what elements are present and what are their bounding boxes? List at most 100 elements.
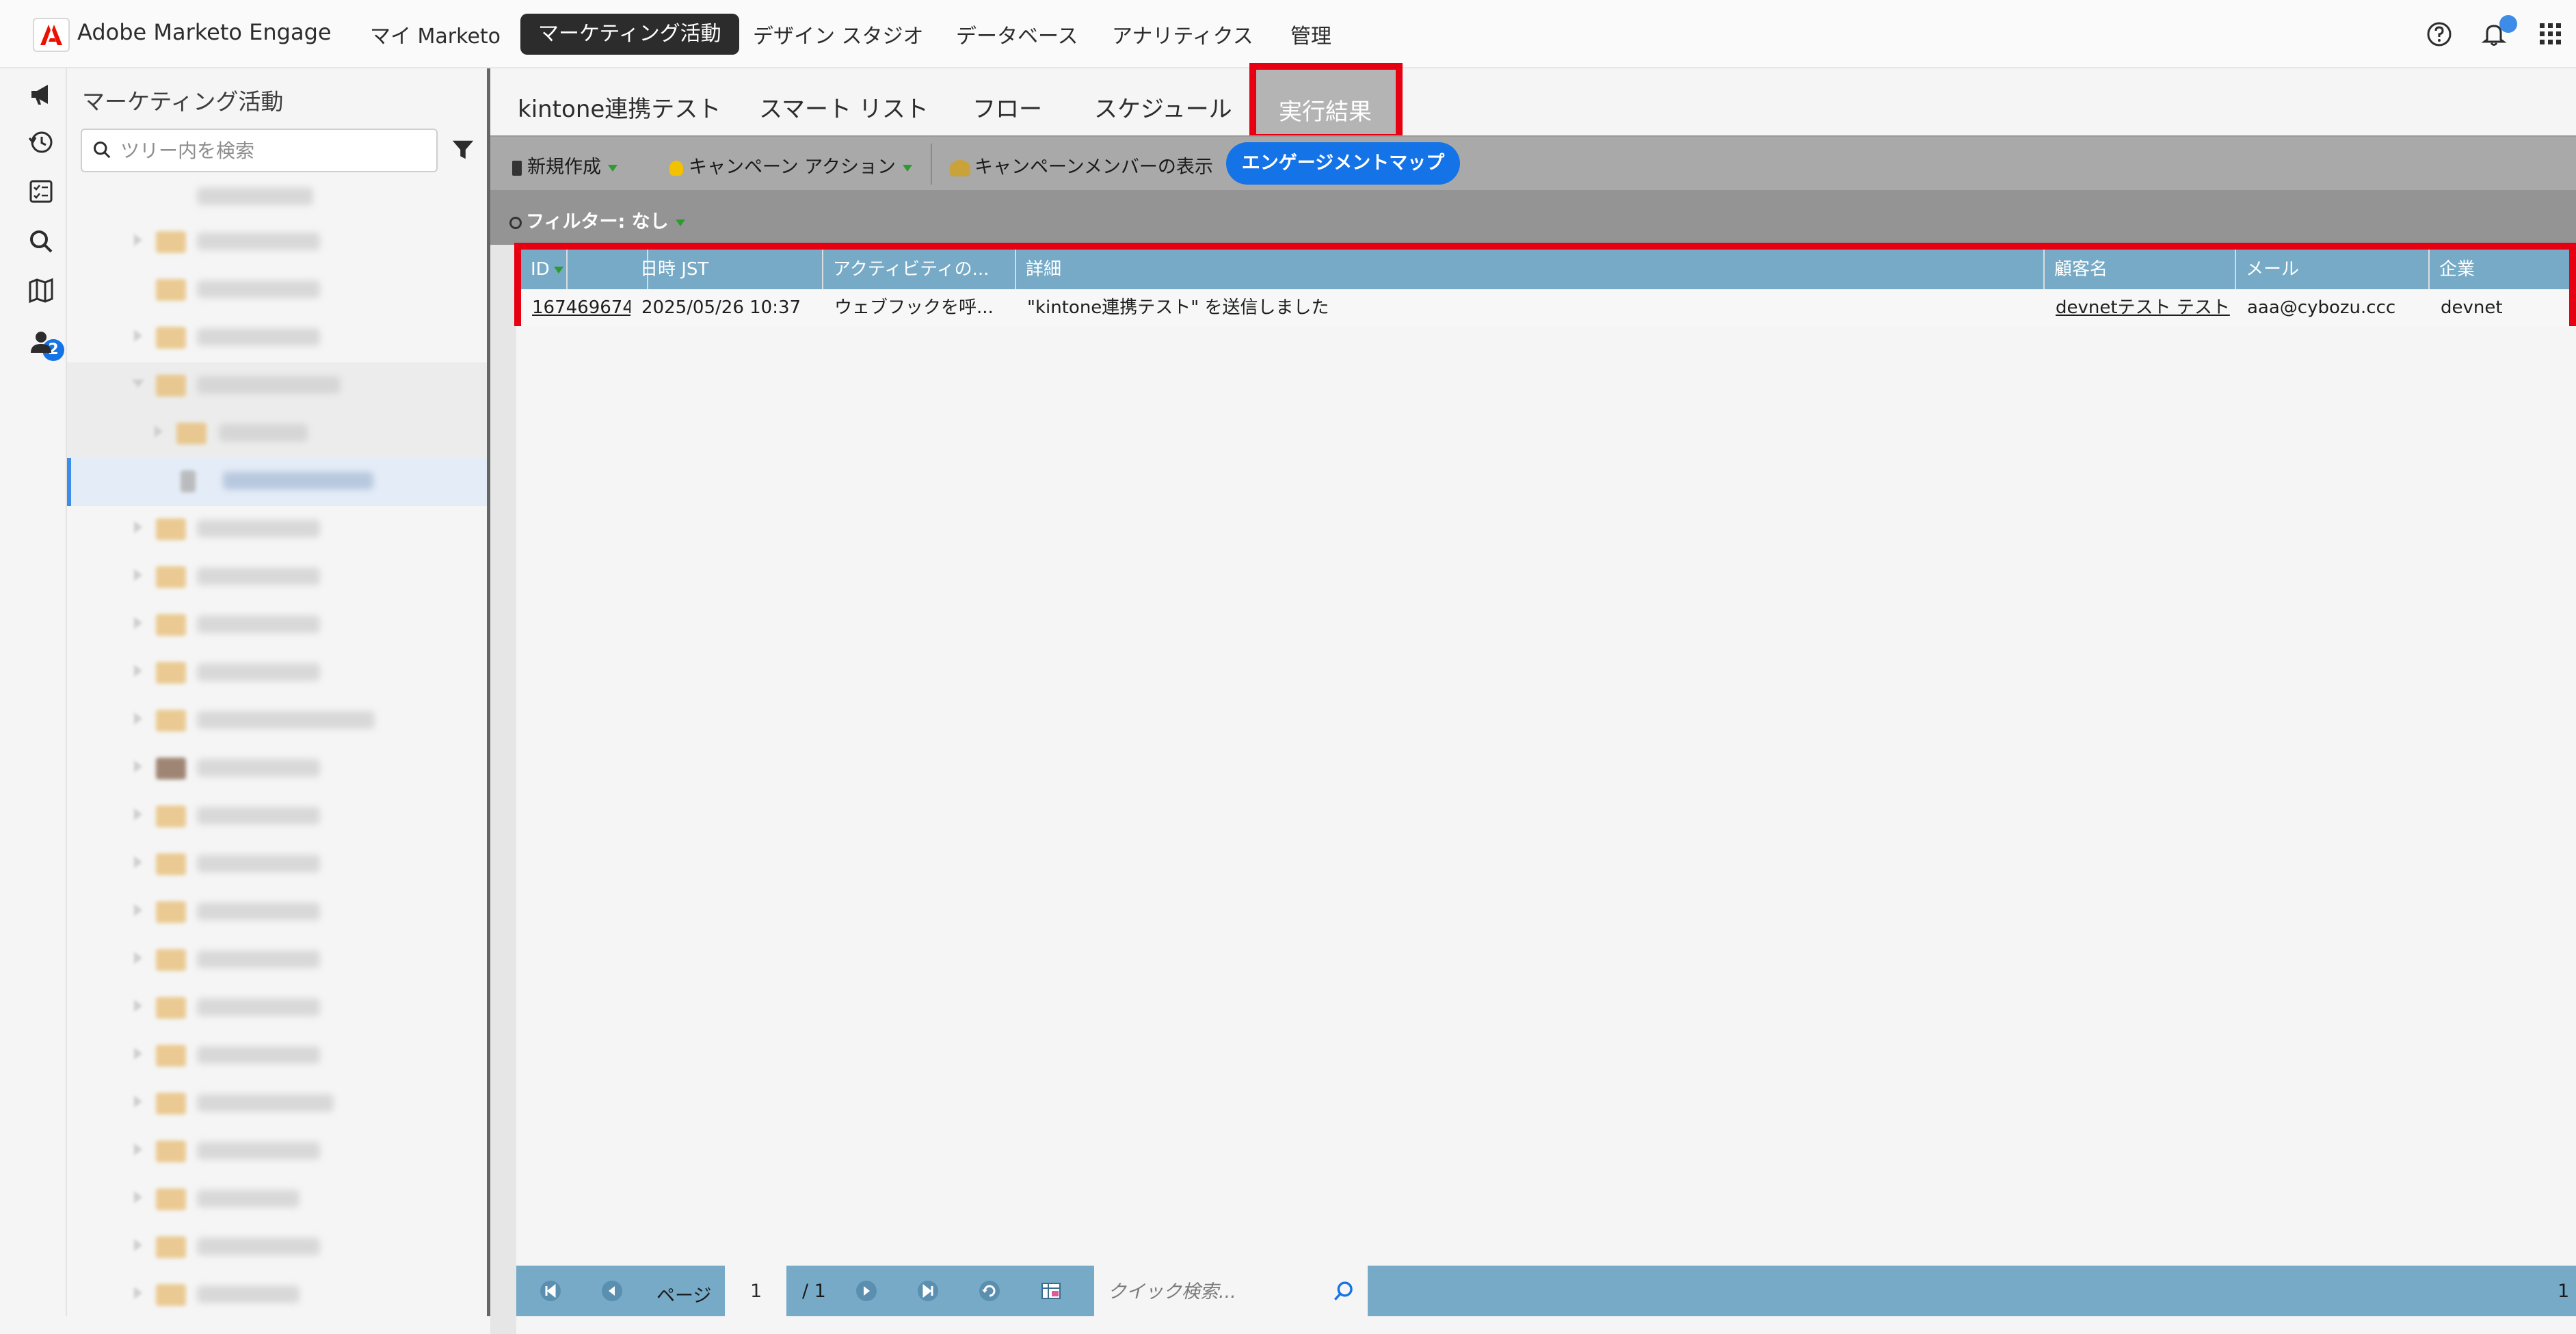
new-button[interactable]: 新規作成 bbox=[512, 152, 618, 178]
megaphone-icon[interactable] bbox=[27, 81, 55, 108]
new-icon bbox=[512, 160, 522, 176]
prev-page-icon[interactable] bbox=[600, 1279, 624, 1303]
tree-item[interactable] bbox=[67, 315, 487, 362]
results-grid-area bbox=[516, 245, 2576, 1334]
filter-label: フィルター: なし bbox=[526, 211, 669, 232]
brand-name: Adobe Marketo Engage bbox=[77, 19, 332, 45]
tree-item[interactable] bbox=[67, 185, 487, 212]
tree-item[interactable] bbox=[67, 506, 487, 554]
nav-admin[interactable]: 管理 bbox=[1290, 19, 1331, 49]
tree-item[interactable] bbox=[67, 1128, 487, 1176]
cell-datetime: 2025/05/26 10:37 bbox=[641, 297, 801, 318]
tree-item[interactable] bbox=[67, 362, 487, 410]
filter-dropdown[interactable]: フィルター: なし bbox=[509, 206, 685, 233]
campaign-action-button[interactable]: キャンペーン アクション bbox=[669, 152, 912, 178]
search-icon bbox=[94, 142, 111, 159]
total-pages: / 1 bbox=[802, 1281, 826, 1302]
col-header-id-label: ID bbox=[531, 259, 550, 280]
nav-database[interactable]: データベース bbox=[956, 19, 1078, 49]
col-header-detail[interactable]: 詳細 bbox=[1016, 250, 2045, 289]
tab-campaign-name[interactable]: kintone連携テスト bbox=[518, 90, 721, 124]
column-settings-icon[interactable] bbox=[1039, 1279, 1063, 1303]
tab-results-label: 実行結果 bbox=[1279, 98, 1372, 126]
tree-item[interactable] bbox=[67, 745, 487, 793]
icon-rail: 2 bbox=[0, 68, 67, 1316]
tab-smart-list[interactable]: スマート リスト bbox=[759, 90, 929, 124]
first-page-icon[interactable] bbox=[539, 1279, 562, 1303]
tree-item[interactable] bbox=[67, 937, 487, 985]
results-table: ID 日時 JST アクティビティの... 詳細 顧客名 メール 企業 1674… bbox=[514, 243, 2576, 326]
tree-item[interactable] bbox=[67, 793, 487, 841]
history-icon[interactable] bbox=[27, 129, 55, 156]
tree-item[interactable] bbox=[67, 1224, 487, 1272]
last-page-icon[interactable] bbox=[916, 1279, 940, 1303]
page-number-box[interactable]: 1 bbox=[725, 1266, 786, 1316]
tab-schedule[interactable]: スケジュール bbox=[1094, 90, 1232, 124]
show-members-button[interactable]: キャンペーンメンバーの表示 bbox=[950, 152, 1213, 178]
col-header-customer[interactable]: 顧客名 bbox=[2045, 250, 2236, 289]
current-page: 1 bbox=[750, 1281, 762, 1302]
nav-my-marketo[interactable]: マイ Marketo bbox=[370, 19, 501, 49]
tree-search-input[interactable] bbox=[119, 137, 423, 164]
people-icon bbox=[950, 159, 970, 176]
tree-item[interactable] bbox=[67, 267, 487, 315]
help-icon[interactable] bbox=[2426, 21, 2453, 48]
col-header-datetime[interactable]: 日時 JST bbox=[630, 250, 823, 289]
tree-search[interactable] bbox=[81, 129, 438, 172]
adobe-logo[interactable] bbox=[33, 18, 70, 52]
col-header-email[interactable]: メール bbox=[2236, 250, 2430, 289]
tab-flow[interactable]: フロー bbox=[972, 90, 1042, 124]
user-icon[interactable] bbox=[27, 328, 55, 356]
filter-bar: フィルター: なし bbox=[490, 190, 2576, 245]
notification-dot bbox=[2499, 15, 2517, 33]
campaign-action-label: キャンペーン アクション bbox=[689, 157, 896, 178]
quick-search[interactable] bbox=[1094, 1266, 1368, 1316]
new-label: 新規作成 bbox=[527, 157, 601, 178]
tree-item[interactable] bbox=[67, 1032, 487, 1080]
tree-item[interactable] bbox=[67, 1272, 487, 1320]
table-header-row: ID 日時 JST アクティビティの... 詳細 顧客名 メール 企業 bbox=[521, 250, 2569, 289]
sort-icon bbox=[553, 266, 563, 274]
record-count: 1 bbox=[2558, 1281, 2570, 1302]
map-icon[interactable] bbox=[27, 277, 55, 304]
search-icon[interactable] bbox=[27, 228, 55, 255]
col-header-company[interactable]: 企業 bbox=[2430, 250, 2569, 289]
tab-results[interactable]: 実行結果 bbox=[1249, 63, 1403, 141]
tree-item[interactable] bbox=[67, 889, 487, 937]
tree-item[interactable] bbox=[67, 841, 487, 889]
tree-item[interactable] bbox=[67, 219, 487, 267]
col-header-empty bbox=[521, 250, 531, 289]
tree-item[interactable] bbox=[67, 1176, 487, 1224]
lightbulb-icon bbox=[669, 160, 683, 176]
tree-panel: マーケティング活動 bbox=[67, 68, 490, 1316]
tree-item[interactable] bbox=[67, 985, 487, 1032]
nav-design-studio[interactable]: デザイン スタジオ bbox=[753, 19, 924, 49]
adobe-logo-icon bbox=[40, 25, 62, 45]
engagement-map-button[interactable]: エンゲージメントマップ bbox=[1226, 142, 1460, 185]
pagination-bar: ページ 1 / 1 1 bbox=[516, 1266, 2576, 1316]
tree-item[interactable] bbox=[67, 410, 487, 458]
nav-marketing-activities[interactable]: マーケティング活動 bbox=[520, 14, 739, 55]
cell-id[interactable]: 167469674 bbox=[521, 289, 630, 326]
next-page-icon[interactable] bbox=[855, 1279, 878, 1303]
tree-item[interactable] bbox=[67, 554, 487, 602]
tree-item-selected[interactable] bbox=[67, 458, 487, 506]
tree-item[interactable] bbox=[67, 1080, 487, 1128]
table-row[interactable]: 167469674 2025/05/26 10:37 ウェブフックを呼... "… bbox=[521, 289, 2569, 326]
search-icon[interactable] bbox=[1332, 1279, 1355, 1303]
tree-item[interactable] bbox=[67, 602, 487, 650]
nav-analytics[interactable]: アナリティクス bbox=[1112, 19, 1253, 49]
tree-item[interactable] bbox=[67, 650, 487, 697]
col-header-activity[interactable]: アクティビティの... bbox=[823, 250, 1016, 289]
toolbar: 新規作成 キャンペーン アクション キャンペーンメンバーの表示 bbox=[490, 135, 2576, 191]
cell-customer[interactable]: devnetテスト テスト bbox=[2045, 289, 2236, 326]
refresh-icon[interactable] bbox=[978, 1279, 1001, 1303]
filter-icon[interactable] bbox=[450, 137, 476, 163]
tree-item[interactable] bbox=[67, 697, 487, 745]
apps-grid-icon[interactable] bbox=[2537, 21, 2564, 48]
checklist-icon[interactable] bbox=[27, 178, 55, 205]
top-navigation: Adobe Marketo Engage マイ Marketo マーケティング活… bbox=[0, 0, 2576, 68]
show-members-label: キャンペーンメンバーの表示 bbox=[974, 157, 1213, 178]
quick-search-input[interactable] bbox=[1106, 1278, 1321, 1305]
cell-activity: ウェブフックを呼... bbox=[834, 297, 994, 318]
